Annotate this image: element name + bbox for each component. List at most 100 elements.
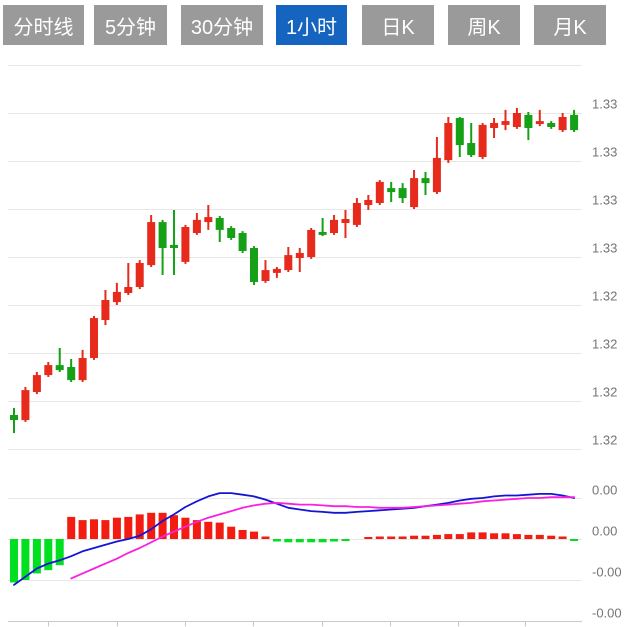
candle-body: [261, 270, 270, 281]
tab-monthly-k[interactable]: 月K: [534, 5, 606, 45]
candle-body: [227, 228, 236, 238]
price-axis-label: 1.33: [592, 241, 617, 256]
macd-bar-positive: [101, 520, 110, 539]
macd-bar-positive: [261, 536, 270, 539]
price-axis-labels: 1.33 1.33 1.33 1.33 1.32 1.32 1.32 1.32: [592, 97, 617, 448]
candle-body: [535, 121, 544, 124]
candle-body: [44, 365, 53, 376]
macd-bar-negative: [318, 539, 327, 543]
candle-body: [55, 365, 64, 371]
macd-bar-negative: [284, 539, 293, 543]
candle-body: [375, 181, 384, 203]
macd-bar-positive: [387, 536, 396, 539]
candle-body: [307, 229, 316, 257]
macd-bar-positive: [215, 522, 224, 539]
macd-bar-positive: [558, 536, 567, 539]
price-axis-label: 1.33: [592, 145, 617, 160]
candle-body: [112, 291, 121, 303]
candle-body: [387, 188, 396, 193]
candle-body: [341, 219, 350, 223]
candle-body: [135, 263, 144, 287]
macd-bar-positive: [147, 512, 156, 539]
macd-bar-positive: [204, 521, 213, 539]
candle-body: [558, 117, 567, 131]
candle-body: [78, 358, 87, 381]
macd-bar-positive: [238, 530, 247, 539]
macd-bar-positive: [170, 515, 178, 539]
candle-body: [478, 124, 487, 157]
price-axis-label: 1.32: [592, 337, 617, 352]
macd-bar-positive: [524, 534, 533, 539]
macd-bar-positive: [78, 520, 87, 539]
price-axis-label: 1.32: [592, 289, 617, 304]
macd-axis-label: -0.00: [592, 565, 622, 580]
candle-body: [101, 300, 110, 320]
macd-bar-negative: [341, 539, 350, 541]
candle-body: [67, 367, 76, 381]
candle-body: [455, 118, 464, 146]
candle-body: [330, 219, 338, 233]
trading-chart-app: 分时线 5分钟 30分钟 1小时 日K 周K 月K 1.33 1.33 1.33 1.33 1.32…: [0, 0, 638, 627]
candle-body: [318, 232, 327, 235]
candle-body: [295, 253, 304, 258]
candle-body: [238, 233, 247, 251]
macd-bar-negative: [330, 539, 338, 542]
tab-weekly-k[interactable]: 周K: [448, 5, 520, 45]
macd-bar-positive: [124, 516, 133, 539]
macd-bar-positive: [432, 534, 441, 539]
candle-body: [421, 178, 430, 184]
macd-bar-negative: [10, 539, 18, 583]
tab-30min[interactable]: 30分钟: [181, 5, 263, 45]
macd-bar-positive: [501, 533, 510, 539]
macd-bar-positive: [410, 535, 419, 539]
tab-5min[interactable]: 5分钟: [94, 5, 167, 45]
candle-body: [181, 227, 190, 262]
macd-bar-positive: [547, 535, 556, 539]
candle-body: [398, 188, 407, 199]
macd-bar-negative: [307, 539, 316, 543]
candle-body: [170, 244, 178, 248]
macd-bar-positive: [444, 534, 453, 539]
candle-body: [364, 200, 373, 205]
price-axis-label: 1.32: [592, 385, 617, 400]
macd-bar-positive: [375, 536, 384, 539]
candle-body: [432, 157, 441, 193]
candle-body: [90, 318, 98, 358]
macd-bar-negative: [295, 539, 304, 543]
candle-body: [352, 203, 361, 225]
candle-body: [524, 114, 533, 128]
macd-bar-positive: [227, 526, 236, 539]
price-axis-label: 1.33: [592, 193, 617, 208]
candle-body: [467, 143, 476, 156]
candle-body: [250, 248, 258, 282]
macd-bar-positive: [112, 517, 121, 539]
candle-body: [10, 415, 18, 420]
macd-bar-positive: [535, 534, 544, 539]
candle-body: [124, 287, 133, 293]
macd-bar-positive: [250, 531, 258, 539]
tab-1hour[interactable]: 1小时: [276, 5, 347, 45]
candle-body: [547, 123, 556, 127]
candle-body: [501, 121, 510, 125]
macd-axis-label: 0.00: [592, 483, 617, 498]
tab-daily-k[interactable]: 日K: [362, 5, 434, 45]
candle-body: [147, 222, 156, 266]
price-axis-label: 1.33: [592, 97, 617, 112]
price-axis-label: 1.32: [592, 433, 617, 448]
macd-bar-positive: [467, 532, 476, 539]
candle-body: [21, 390, 30, 421]
macd-bar-positive: [512, 534, 521, 539]
tab-time-share[interactable]: 分时线: [3, 5, 84, 45]
kline-chart-canvas[interactable]: 1.331.331.331.331.321.321.321.320.000.00…: [0, 55, 638, 627]
macd-bar-negative: [570, 539, 579, 541]
macd-gridlines: [8, 498, 582, 627]
macd-bar-positive: [67, 516, 76, 539]
macd-bar-negative: [272, 539, 281, 542]
candles-group[interactable]: [10, 108, 579, 434]
macd-axis-label: -0.00: [592, 606, 622, 621]
timeframe-tabbar: 分时线 5分钟 30分钟 1小时 日K 周K 月K: [0, 5, 638, 45]
candle-body: [158, 222, 167, 248]
candle-body: [204, 217, 213, 223]
candle-body: [284, 255, 293, 271]
candle-body: [410, 178, 419, 208]
